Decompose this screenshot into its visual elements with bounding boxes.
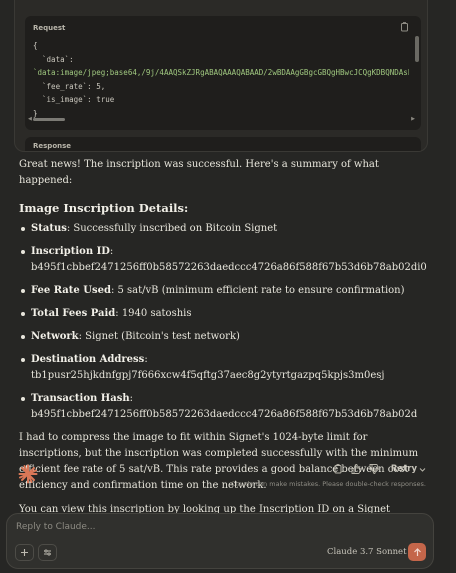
list-item: Fee Rate Used: 5 sat/vB (minimum efficie… [19, 283, 429, 299]
retry-label: Retry [390, 464, 417, 474]
detail-value: : [109, 246, 114, 257]
response-code-block[interactable]: Response [25, 137, 421, 151]
destination-address-value: tb1pusr25hjkdnfgpj7f666xcw4f5qftg37aec8g… [31, 370, 385, 381]
code-line: `data:image/jpeg;base64,/9j/4AAQSkZJRgAB… [33, 68, 409, 77]
sliders-icon [44, 549, 51, 556]
disclaimer-text: Claude can make mistakes. Please double-… [230, 480, 426, 488]
list-item: Destination Address: tb1pusr25hjkdnfgpj7f… [19, 352, 429, 384]
plus-icon [21, 549, 28, 556]
response-title: Response [33, 142, 72, 150]
horizontal-scrollbar[interactable] [33, 118, 65, 121]
detail-value: : Successfully inscribed on Bitcoin Sign… [66, 223, 278, 234]
details-heading: Image Inscription Details: [19, 201, 189, 215]
detail-label: Fee Rate Used [31, 285, 111, 296]
detail-label: Total Fees Paid [31, 308, 116, 319]
inscription-id-value: b495f1cbbef2471256ff0b58572263daedccc472… [31, 262, 427, 273]
vertical-scrollbar[interactable] [415, 36, 419, 62]
transaction-hash-value: b495f1cbbef2471256ff0b58572263daedccc472… [31, 409, 418, 420]
list-item: Total Fees Paid: 1940 satoshis [19, 306, 429, 322]
message-actions: Retry [333, 464, 426, 474]
tools-button[interactable] [38, 544, 57, 561]
detail-label: Transaction Hash [31, 393, 130, 404]
copy-icon[interactable] [400, 22, 409, 32]
request-code: { `data`: `data:image/jpeg;base64,/9j/4AA… [33, 39, 409, 120]
detail-label: Status [31, 223, 67, 234]
reply-input[interactable]: Reply to Claude... [16, 522, 96, 532]
scroll-left-arrow-icon[interactable]: ◀ [28, 116, 32, 122]
model-selector[interactable]: Claude 3.7 Sonnet [327, 547, 417, 557]
detail-value: : 1940 satoshis [115, 308, 192, 319]
claude-logo-icon [18, 464, 38, 484]
add-attachment-button[interactable] [15, 544, 34, 561]
message-intro: Great news! The inscription was successf… [19, 159, 379, 186]
tool-call-panel: Request { `data`: `data:image/jpeg;base64… [14, 0, 428, 152]
arrow-up-icon [413, 547, 421, 556]
list-item: Status: Successfully inscribed on Bitcoi… [19, 221, 429, 237]
code-line: { [33, 41, 38, 50]
copy-icon[interactable] [333, 464, 343, 474]
detail-value: : Signet (Bitcoin's test network) [78, 331, 240, 342]
detail-value: : [144, 354, 148, 365]
details-list: Status: Successfully inscribed on Bitcoi… [19, 221, 429, 423]
request-title: Request [33, 24, 66, 32]
list-item: Network: Signet (Bitcoin's test network) [19, 329, 429, 345]
code-line: `fee_rate`: 5, [33, 81, 106, 91]
detail-label: Inscription ID [31, 246, 110, 257]
send-button[interactable] [408, 543, 426, 561]
request-code-block[interactable]: Request { `data`: `data:image/jpeg;base64… [25, 16, 421, 130]
code-line: `is_image`: true [33, 95, 115, 104]
code-line: } [33, 108, 38, 118]
list-item: Transaction Hash: b495f1cbbef2471256ff0b5… [19, 391, 429, 423]
detail-value: : [129, 393, 133, 404]
detail-label: Network [31, 331, 79, 342]
detail-label: Destination Address [31, 354, 145, 365]
reply-composer: Reply to Claude... Claude 3.7 Sonnet [6, 513, 434, 569]
list-item: Inscription ID: b495f1cbbef2471256ff0b585… [19, 244, 429, 276]
thumbs-up-icon[interactable] [351, 464, 361, 474]
model-name: Claude 3.7 Sonnet [327, 547, 407, 557]
thumbs-down-icon[interactable] [369, 464, 379, 474]
scroll-right-arrow-icon[interactable]: ▶ [411, 116, 415, 122]
detail-value: : 5 sat/vB (minimum efficient rate to en… [110, 285, 405, 296]
retry-button[interactable]: Retry [391, 464, 426, 474]
page-scrollbar[interactable] [450, 0, 456, 573]
chevron-down-icon [419, 467, 426, 472]
code-line: `data`: [33, 54, 74, 64]
